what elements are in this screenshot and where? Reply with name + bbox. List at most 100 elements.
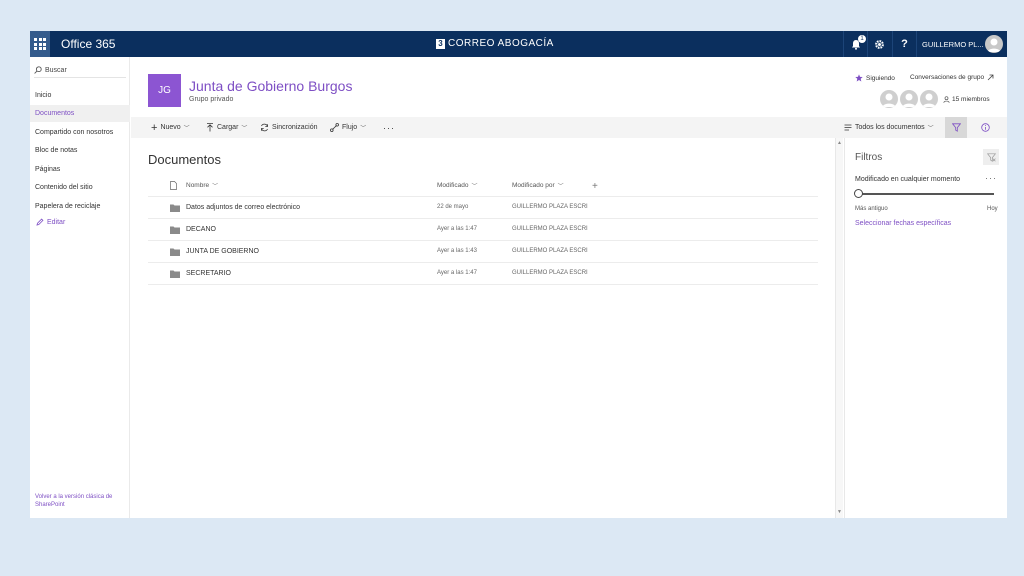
table-row[interactable]: DECANO Ayer a las 1:47 GUILLERMO PLAZA E… xyxy=(148,218,818,240)
pencil-icon xyxy=(36,218,44,226)
slider-max-label: Hoy xyxy=(987,206,998,212)
column-header-modified-by[interactable]: Modificado por ﹀ xyxy=(512,181,564,190)
nav-item-contenido-del-sitio[interactable]: Contenido del sitio xyxy=(30,179,130,196)
member-avatar xyxy=(880,90,898,108)
file-modified-by: GUILLERMO PLAZA ESCRI xyxy=(512,226,588,232)
nav-item-compartido[interactable]: Compartido con nosotros xyxy=(30,124,130,141)
file-modified-by: GUILLERMO PLAZA ESCRI xyxy=(512,248,588,254)
clear-filter-icon xyxy=(986,152,996,162)
group-members[interactable]: 15 miembros xyxy=(880,90,990,108)
column-modified-by-label: Modificado por xyxy=(512,182,555,189)
conversations-label: Conversaciones de grupo xyxy=(910,74,985,81)
flow-label: Flujo xyxy=(342,124,358,131)
site-subtitle: Grupo privado xyxy=(189,96,234,103)
nav-item-documentos[interactable]: Documentos xyxy=(30,105,130,122)
search-icon xyxy=(34,66,42,74)
column-header-modified[interactable]: Modificado ﹀ xyxy=(437,181,477,190)
search-box[interactable]: Buscar xyxy=(34,63,126,78)
help-button[interactable]: ? xyxy=(892,31,916,57)
date-slider-track[interactable] xyxy=(859,193,994,195)
notifications-button[interactable]: 1 xyxy=(843,31,867,57)
date-slider-thumb[interactable] xyxy=(854,189,863,198)
more-options-icon[interactable]: ··· xyxy=(985,173,997,183)
member-count: 15 miembros xyxy=(943,96,990,103)
new-button[interactable]: + Nuevo ﹀ xyxy=(151,117,190,138)
slider-min-label: Más antiguo xyxy=(855,206,888,212)
file-type-icon xyxy=(170,181,177,190)
avatar xyxy=(985,35,1003,53)
members-label: 15 miembros xyxy=(952,95,990,103)
scroll-up-icon[interactable]: ▲ xyxy=(837,140,842,146)
library-title: Documentos xyxy=(148,152,221,167)
person-icon xyxy=(943,95,950,103)
chevron-down-icon: ﹀ xyxy=(360,126,367,132)
follow-button[interactable]: Siguiendo xyxy=(855,74,895,82)
file-modified-by: GUILLERMO PLAZA ESCRI xyxy=(512,270,588,276)
column-header-name[interactable]: Nombre ﹀ xyxy=(170,181,218,190)
column-name-label: Nombre xyxy=(186,182,210,189)
more-commands-button[interactable]: ··· xyxy=(383,117,395,138)
table-row[interactable]: JUNTA DE GOBIERNO Ayer a las 1:43 GUILLE… xyxy=(148,240,818,262)
nav-item-inicio[interactable]: Inicio xyxy=(30,87,130,104)
filter-pane-button[interactable] xyxy=(945,117,967,138)
file-modified-by: GUILLERMO PLAZA ESCRI xyxy=(512,204,588,210)
upload-button[interactable]: Cargar ﹀ xyxy=(206,117,247,138)
filter-pane: Filtros Modificado en cualquier momento … xyxy=(844,138,1007,518)
member-avatar xyxy=(920,90,938,108)
table-divider xyxy=(148,284,818,285)
new-label: Nuevo xyxy=(160,124,181,131)
table-row[interactable]: SECRETARIO Ayer a las 1:47 GUILLERMO PLA… xyxy=(148,262,818,284)
filter-icon xyxy=(951,123,961,132)
chevron-down-icon: ﹀ xyxy=(927,126,934,132)
user-name: GUILLERMO PL... xyxy=(922,39,984,49)
upload-label: Cargar xyxy=(217,124,239,131)
left-navigation: Buscar Inicio Documentos Compartido con … xyxy=(30,57,130,518)
scroll-down-icon[interactable]: ▼ xyxy=(837,509,842,515)
app-launcher-button[interactable] xyxy=(30,31,50,57)
flow-button[interactable]: Flujo ﹀ xyxy=(330,117,366,138)
edit-nav-link[interactable]: Editar xyxy=(36,218,65,226)
site-title[interactable]: Junta de Gobierno Burgos xyxy=(189,78,352,94)
suite-bar: Office 365 3 CORREO ABOGACÍA 1 ? GUILLER… xyxy=(30,31,1007,57)
classic-view-link[interactable]: Volver a la versión clásica de SharePoin… xyxy=(35,493,125,509)
upload-icon xyxy=(207,123,213,132)
folder-icon xyxy=(170,248,180,256)
info-button[interactable] xyxy=(974,117,996,138)
star-icon xyxy=(855,74,863,82)
table-row[interactable]: Datos adjuntos de correo electrónico 22 … xyxy=(148,196,818,218)
sync-button[interactable]: Sincronización xyxy=(260,117,318,138)
command-bar: + Nuevo ﹀ Cargar ﹀ Sincronización Flujo … xyxy=(131,117,1007,138)
group-conversations-link[interactable]: Conversaciones de grupo xyxy=(910,74,994,81)
site-logo[interactable]: JG xyxy=(148,74,181,107)
settings-button[interactable] xyxy=(867,31,891,57)
nav-item-paginas[interactable]: Páginas xyxy=(30,161,130,178)
add-column-button[interactable]: + xyxy=(592,181,598,192)
brand-logo: 3 CORREO ABOGACÍA xyxy=(436,38,554,49)
view-selector[interactable]: Todos los documentos ﹀ xyxy=(844,117,934,138)
nav-item-bloc-de-notas[interactable]: Bloc de notas xyxy=(30,142,130,159)
file-name[interactable]: Datos adjuntos de correo electrónico xyxy=(186,204,300,211)
list-view-icon xyxy=(844,124,852,131)
app-name[interactable]: Office 365 xyxy=(61,37,115,51)
file-modified: Ayer a las 1:47 xyxy=(437,270,477,276)
specific-dates-link[interactable]: Seleccionar fechas específicas xyxy=(855,220,951,227)
sync-label: Sincronización xyxy=(272,124,318,131)
chevron-down-icon: ﹀ xyxy=(241,126,248,132)
file-name[interactable]: DECANO xyxy=(186,226,216,233)
flow-icon xyxy=(330,123,339,132)
file-name[interactable]: JUNTA DE GOBIERNO xyxy=(186,248,259,255)
gear-icon xyxy=(875,39,884,49)
folder-icon xyxy=(170,226,180,234)
clear-filters-button[interactable] xyxy=(983,149,999,165)
modified-filter-label: Modificado en cualquier momento xyxy=(855,176,961,183)
file-name[interactable]: SECRETARIO xyxy=(186,270,231,277)
folder-icon xyxy=(170,204,180,212)
filter-pane-title: Filtros xyxy=(855,152,883,163)
nav-item-papelera[interactable]: Papelera de reciclaje xyxy=(30,198,130,215)
vertical-scrollbar[interactable]: ▲ ▼ xyxy=(835,138,843,518)
plus-icon: + xyxy=(592,181,598,192)
sharepoint-window: Office 365 3 CORREO ABOGACÍA 1 ? GUILLER… xyxy=(30,31,1007,518)
account-button[interactable]: GUILLERMO PL... xyxy=(916,31,1007,57)
member-avatar xyxy=(900,90,918,108)
chevron-down-icon: ﹀ xyxy=(471,184,478,190)
